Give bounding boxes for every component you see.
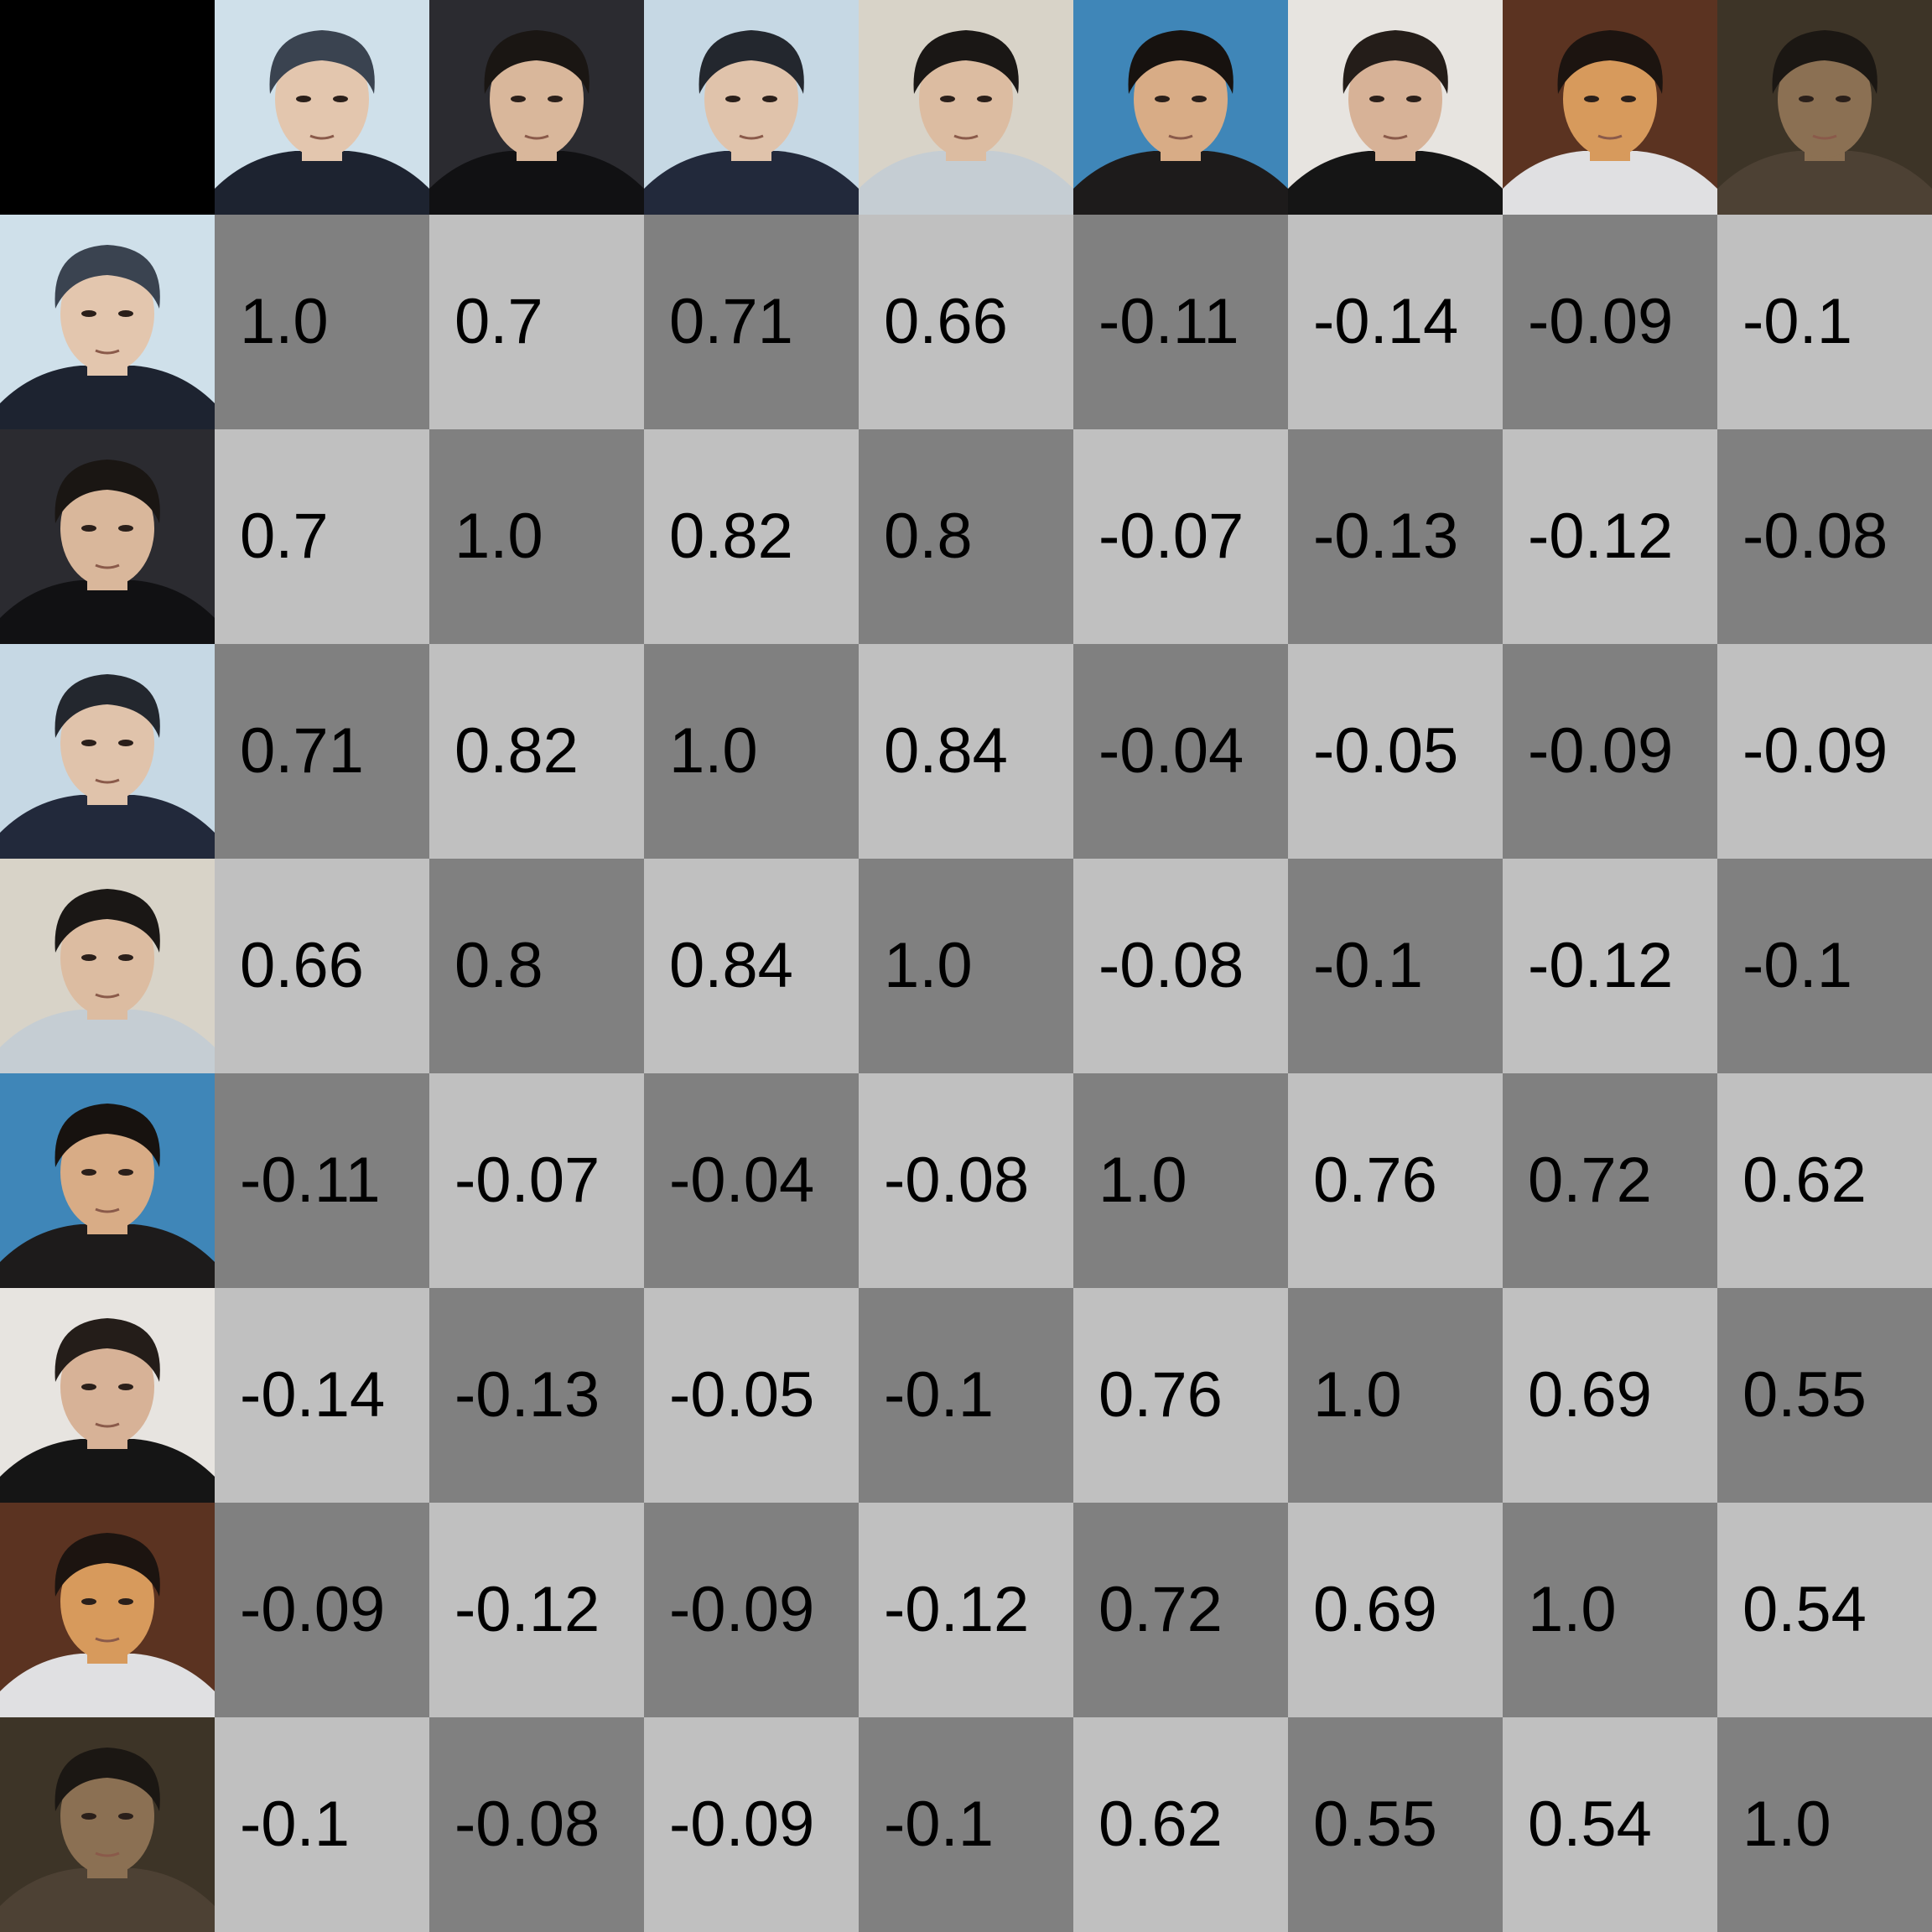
similarity-cell: 0.55	[1717, 1288, 1932, 1503]
row-header-photo-6	[0, 1288, 215, 1503]
face-portrait-icon	[429, 0, 644, 215]
column-header-photo-2	[429, 0, 644, 215]
similarity-cell: 0.72	[1503, 1073, 1717, 1288]
similarity-cell: 1.0	[1717, 1717, 1932, 1932]
similarity-cell: 0.7	[215, 429, 429, 644]
column-header-photo-8	[1717, 0, 1932, 215]
similarity-cell: -0.08	[1717, 429, 1932, 644]
similarity-cell: -0.1	[215, 1717, 429, 1932]
similarity-cell: -0.09	[644, 1717, 859, 1932]
row-header-photo-8	[0, 1717, 215, 1932]
row-header-photo-4	[0, 859, 215, 1073]
similarity-cell: -0.04	[644, 1073, 859, 1288]
similarity-cell: -0.14	[1288, 215, 1503, 429]
similarity-cell: -0.05	[1288, 644, 1503, 859]
column-header-photo-7	[1503, 0, 1717, 215]
similarity-cell: -0.08	[429, 1717, 644, 1932]
face-portrait-icon	[1717, 0, 1932, 215]
similarity-cell: -0.09	[644, 1503, 859, 1717]
column-header-photo-6	[1288, 0, 1503, 215]
face-portrait-icon	[644, 0, 859, 215]
face-portrait-icon	[0, 1717, 215, 1932]
row-header-photo-5	[0, 1073, 215, 1288]
face-portrait-icon	[0, 644, 215, 859]
similarity-cell: 1.0	[1073, 1073, 1288, 1288]
row-header-photo-1	[0, 215, 215, 429]
similarity-cell: 1.0	[1288, 1288, 1503, 1503]
similarity-cell: 0.76	[1073, 1288, 1288, 1503]
similarity-cell: -0.07	[429, 1073, 644, 1288]
similarity-cell: -0.12	[429, 1503, 644, 1717]
similarity-cell: 0.55	[1288, 1717, 1503, 1932]
similarity-cell: -0.1	[1717, 215, 1932, 429]
similarity-cell: 1.0	[215, 215, 429, 429]
similarity-cell: -0.1	[1288, 859, 1503, 1073]
similarity-cell: -0.13	[429, 1288, 644, 1503]
similarity-cell: 0.54	[1503, 1717, 1717, 1932]
similarity-cell: -0.11	[1073, 215, 1288, 429]
column-header-photo-1	[215, 0, 429, 215]
similarity-cell: 0.82	[429, 644, 644, 859]
similarity-cell: 0.76	[1288, 1073, 1503, 1288]
similarity-cell: -0.1	[859, 1717, 1073, 1932]
similarity-cell: -0.04	[1073, 644, 1288, 859]
face-portrait-icon	[1073, 0, 1288, 215]
similarity-cell: 0.66	[859, 215, 1073, 429]
similarity-cell: -0.07	[1073, 429, 1288, 644]
row-header-photo-7	[0, 1503, 215, 1717]
similarity-cell: -0.12	[1503, 429, 1717, 644]
similarity-cell: 0.54	[1717, 1503, 1932, 1717]
similarity-cell: 0.84	[644, 859, 859, 1073]
face-portrait-icon	[0, 1073, 215, 1288]
similarity-cell: 0.69	[1503, 1288, 1717, 1503]
similarity-cell: -0.09	[1717, 644, 1932, 859]
similarity-cell: -0.12	[1503, 859, 1717, 1073]
similarity-cell: 1.0	[429, 429, 644, 644]
column-header-photo-3	[644, 0, 859, 215]
row-header-photo-3	[0, 644, 215, 859]
face-portrait-icon	[0, 429, 215, 644]
face-portrait-icon	[0, 1288, 215, 1503]
similarity-cell: -0.13	[1288, 429, 1503, 644]
face-portrait-icon	[0, 1503, 215, 1717]
column-header-photo-4	[859, 0, 1073, 215]
face-portrait-icon	[1288, 0, 1503, 215]
face-portrait-icon	[0, 215, 215, 429]
similarity-cell: -0.12	[859, 1503, 1073, 1717]
similarity-cell: 0.69	[1288, 1503, 1503, 1717]
similarity-cell: 0.62	[1073, 1717, 1288, 1932]
similarity-cell: 1.0	[859, 859, 1073, 1073]
similarity-cell: 0.71	[644, 215, 859, 429]
face-portrait-icon	[1503, 0, 1717, 215]
similarity-cell: -0.1	[1717, 859, 1932, 1073]
face-portrait-icon	[0, 859, 215, 1073]
similarity-cell: 0.72	[1073, 1503, 1288, 1717]
similarity-cell: 0.8	[429, 859, 644, 1073]
similarity-cell: -0.05	[644, 1288, 859, 1503]
similarity-cell: 0.8	[859, 429, 1073, 644]
corner-blank	[0, 0, 215, 215]
similarity-cell: 0.7	[429, 215, 644, 429]
similarity-cell: -0.11	[215, 1073, 429, 1288]
similarity-cell: -0.09	[1503, 644, 1717, 859]
similarity-cell: 0.66	[215, 859, 429, 1073]
face-portrait-icon	[215, 0, 429, 215]
similarity-cell: 1.0	[1503, 1503, 1717, 1717]
similarity-cell: 0.84	[859, 644, 1073, 859]
similarity-cell: -0.09	[215, 1503, 429, 1717]
similarity-cell: 0.71	[215, 644, 429, 859]
column-header-photo-5	[1073, 0, 1288, 215]
similarity-cell: -0.14	[215, 1288, 429, 1503]
similarity-cell: 0.82	[644, 429, 859, 644]
similarity-cell: -0.09	[1503, 215, 1717, 429]
similarity-cell: 0.62	[1717, 1073, 1932, 1288]
similarity-matrix-grid: 1.0 0.7 0.71 0.66 -0.11 -0.14 -0.09 -0.1 0.7 1.0 0…	[0, 0, 1932, 1932]
similarity-cell: -0.08	[859, 1073, 1073, 1288]
row-header-photo-2	[0, 429, 215, 644]
similarity-cell: -0.08	[1073, 859, 1288, 1073]
face-portrait-icon	[859, 0, 1073, 215]
similarity-cell: -0.1	[859, 1288, 1073, 1503]
similarity-cell: 1.0	[644, 644, 859, 859]
